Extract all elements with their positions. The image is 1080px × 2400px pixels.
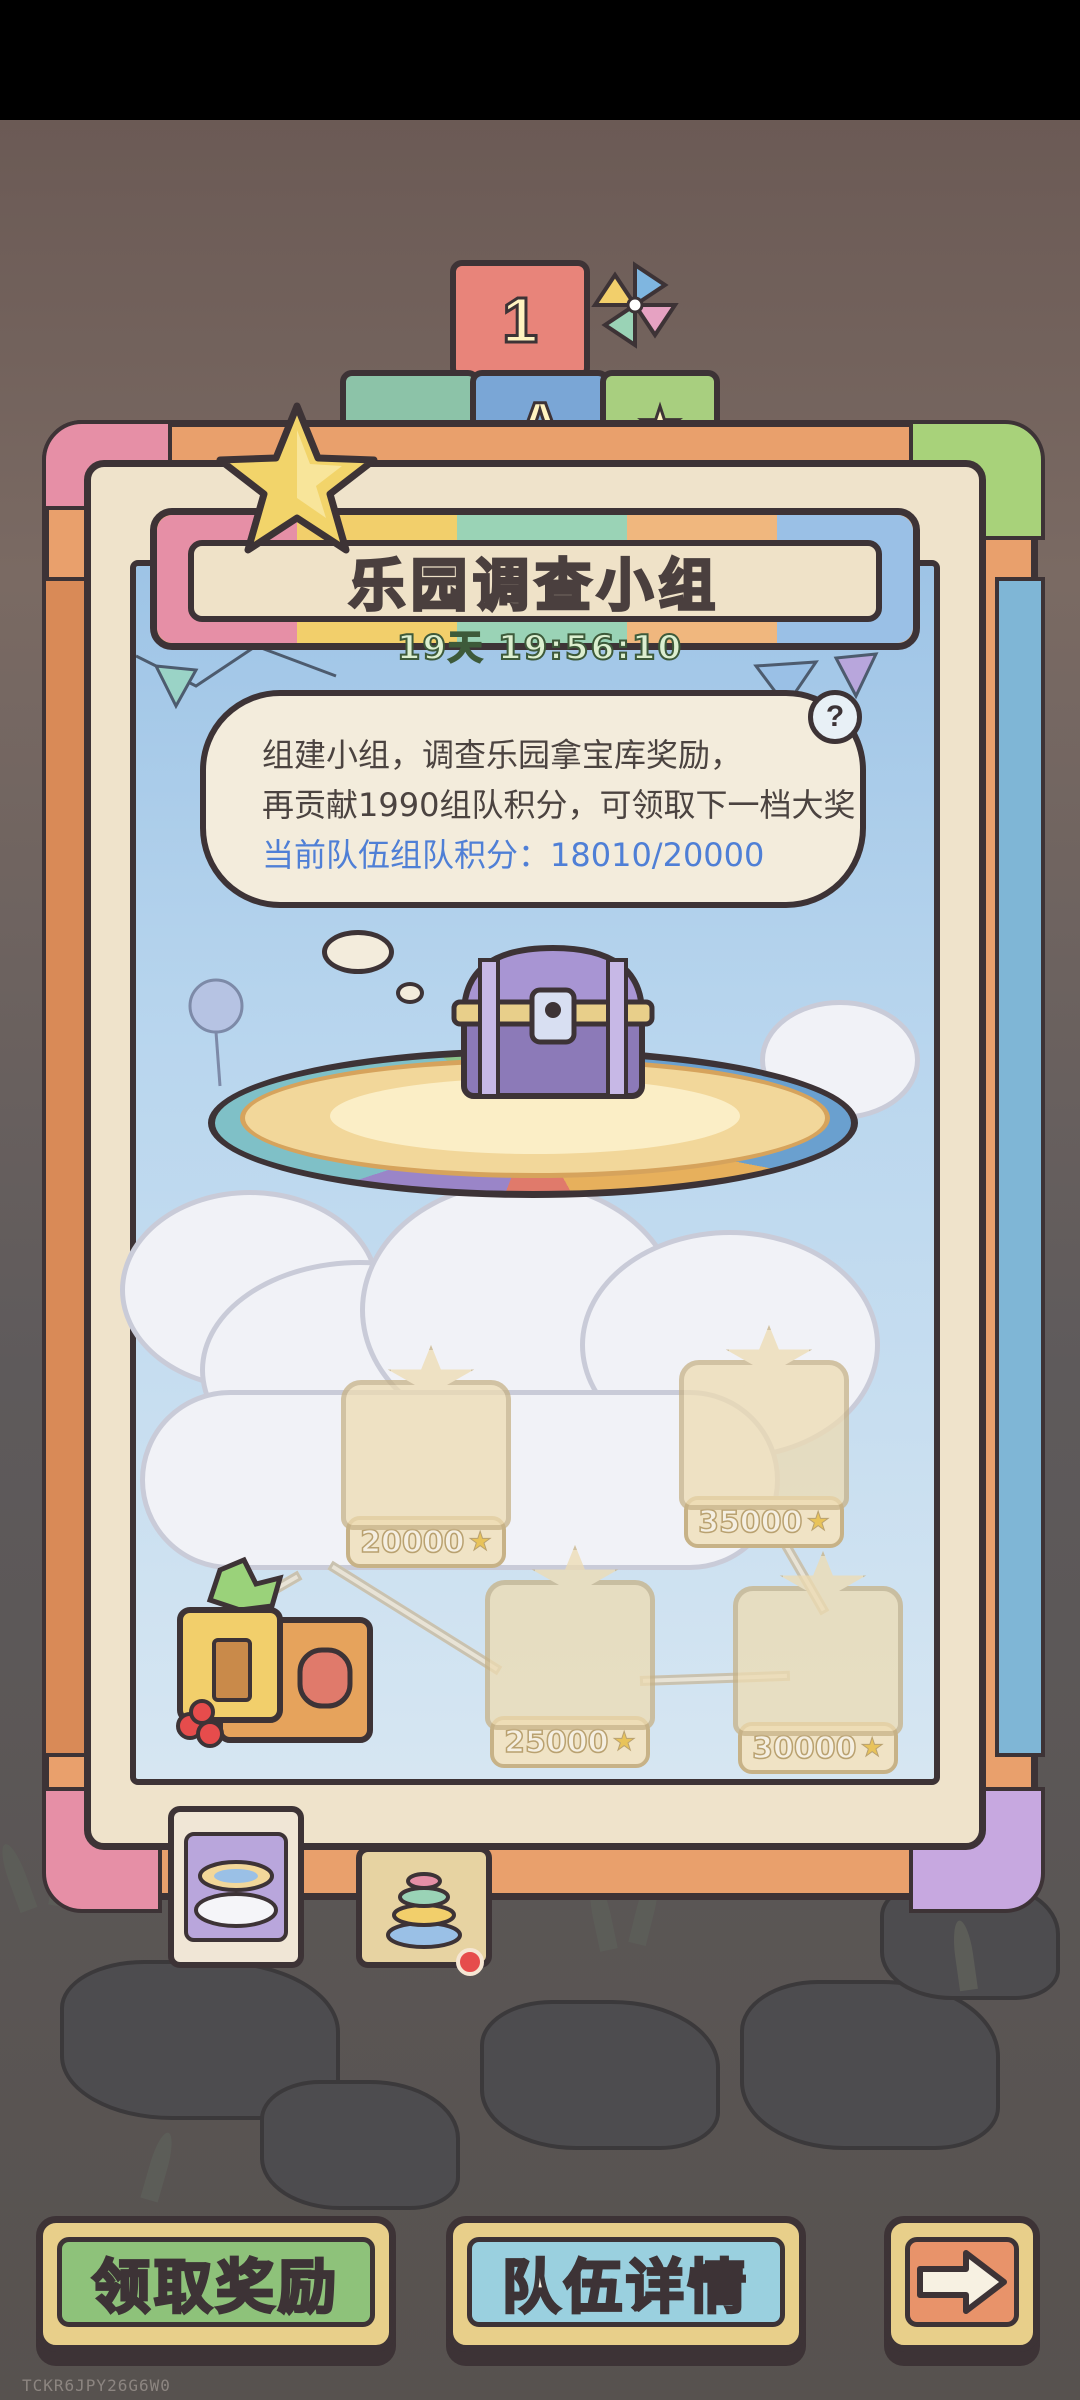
claim-reward-label: 领取奖励 [90,2252,340,2323]
claim-reward-button[interactable]: 领取奖励 [36,2216,396,2352]
star-icon: ★ [806,1507,830,1538]
gift-box-icon [733,1586,903,1736]
team-details-label: 队伍详情 [500,2252,750,2323]
present-box-icon [176,1556,373,1748]
notification-badge [456,1948,484,1976]
reward-node[interactable]: 35000 ★ [674,1360,854,1548]
star-icon: ★ [860,1733,884,1764]
star-icon: ★ [612,1727,636,1758]
team-details-button[interactable]: 队伍详情 [446,2216,806,2352]
stacked-rings-icon [386,1872,462,1949]
event-title: 乐园调查小组 [348,552,721,620]
reward-node[interactable]: 30000 ★ [728,1586,908,1774]
status-bar [0,0,1080,120]
arrow-right-icon [917,2250,1007,2314]
treasure-chest-icon [451,944,655,1099]
team-score: 当前队伍组队积分：18010/20000 [262,836,765,874]
star-badge-icon [216,402,378,554]
star-icon: ★ [468,1527,492,1558]
event-countdown: 19天 19:56:10 [396,627,684,669]
tab-event-cloud[interactable] [168,1806,304,1968]
info-line-1: 组建小组，调查乐园拿宝库奖励， [262,736,743,774]
help-glyph: ? [825,700,845,733]
next-button[interactable] [884,2216,1040,2352]
gift-box-icon [679,1360,849,1510]
pinwheel-icon [591,261,679,349]
info-bubble: 组建小组，调查乐园拿宝库奖励， 再贡献1990组队积分，可领取下一档大奖 当前队… [200,690,866,908]
cloud-ring-icon [194,1860,278,1928]
reward-node[interactable]: 20000 ★ [336,1380,516,1568]
device-id: TCKR6JPY26G6W0 [22,2376,171,2395]
question-mark-icon[interactable]: ? [808,690,862,744]
gift-box-icon [485,1580,655,1730]
reward-node[interactable]: 25000 ★ [480,1580,660,1768]
block-number: 1 [450,260,590,380]
info-line-2: 再贡献1990组队积分，可领取下一档大奖 [262,786,856,824]
gift-box-icon [341,1380,511,1530]
